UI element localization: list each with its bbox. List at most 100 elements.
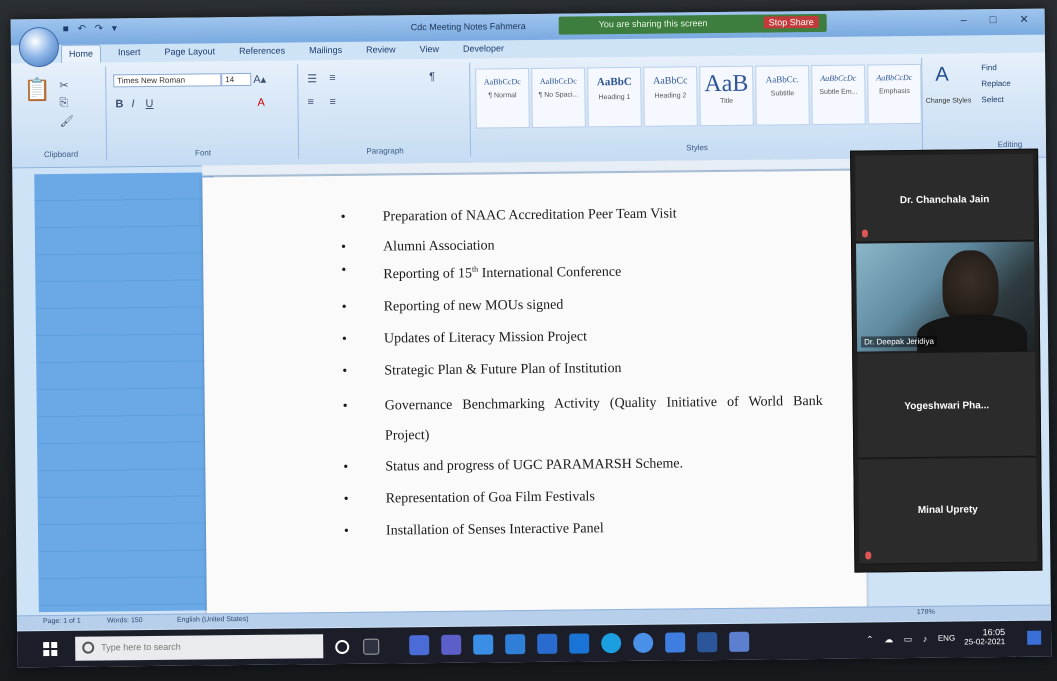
tab-home[interactable]: Home (60, 44, 102, 63)
list-item: • Updates of Literacy Mission Project (342, 323, 822, 351)
input-language[interactable]: ENG (938, 634, 955, 643)
notes-icon[interactable] (729, 631, 750, 652)
bullets-icon[interactable]: ☰ (307, 72, 317, 85)
tab-insert[interactable]: Insert (111, 44, 148, 62)
quick-access-toolbar[interactable]: ■ ↶ ↷ ▾ (63, 23, 120, 35)
tab-page-layout[interactable]: Page Layout (157, 43, 222, 62)
grow-font-icon[interactable]: A▴ (253, 73, 266, 86)
file-explorer-icon[interactable] (473, 634, 494, 655)
tab-mailings[interactable]: Mailings (302, 42, 349, 60)
style-no-spacing[interactable]: AaBbCcDc ¶ No Spaci... (531, 67, 586, 128)
numbering-icon[interactable]: ≡ (329, 72, 336, 84)
window-title: Cdc Meeting Notes Fahmera (410, 21, 526, 33)
format-painter-icon[interactable]: 🖌 (60, 115, 74, 128)
mail-icon[interactable] (537, 633, 558, 654)
participant-video-tile[interactable]: Dr. Deepak Jeridiya (856, 241, 1036, 355)
bullet-icon: • (340, 209, 346, 225)
font-size-field[interactable]: 14 (221, 72, 252, 87)
style-subtle-emphasis[interactable]: AaBbCcDc Subtle Em... (811, 64, 866, 126)
teams-icon[interactable] (409, 635, 430, 656)
teams-share-bar: You are sharing this screen Stop Share (558, 13, 827, 35)
change-styles-label: Change Styles (925, 97, 972, 105)
list-item: • Strategic Plan & Future Plan of Institu… (342, 355, 822, 383)
list-item: • Preparation of NAAC Accreditation Peer … (341, 201, 821, 229)
font-group: Times New Roman 14 A▴ B I U A Font (107, 64, 300, 161)
office-button[interactable] (18, 26, 60, 68)
document-page[interactable]: • Preparation of NAAC Accreditation Peer … (202, 170, 867, 618)
bullet-icon: • (343, 523, 349, 539)
agenda-list: • Preparation of NAAC Accreditation Peer … (341, 201, 824, 543)
participant-tile[interactable]: Yogeshwari Pha... (857, 351, 1037, 459)
bullet-icon: • (341, 262, 347, 278)
task-view-icon[interactable] (363, 638, 380, 655)
tab-review[interactable]: Review (359, 41, 403, 59)
replace-button[interactable]: Replace (981, 79, 1010, 88)
photos-icon[interactable] (665, 632, 686, 653)
bullet-icon: • (343, 459, 349, 475)
change-styles-icon[interactable]: A (935, 64, 949, 87)
tab-developer[interactable]: Developer (456, 40, 511, 59)
participant-name: Dr. Chanchala Jain (899, 194, 990, 207)
edge-icon[interactable] (601, 633, 622, 654)
group-label-font: Font (194, 148, 212, 158)
font-color-icon[interactable]: A (257, 97, 264, 109)
paragraph-group: ☰ ≡ ¶ ≡ ≡ Paragraph (299, 62, 472, 159)
taskbar-search-input[interactable]: Type here to search (75, 634, 324, 661)
word-icon[interactable] (697, 632, 718, 653)
style-title[interactable]: AaB Title (699, 65, 754, 127)
system-tray-icons[interactable]: ⌃ ☁ ▭ ♪ (866, 634, 931, 646)
chrome-icon[interactable] (633, 632, 654, 653)
participant-tile[interactable]: Dr. Chanchala Jain (855, 153, 1035, 243)
cut-icon[interactable]: ✂ (59, 79, 68, 92)
copy-icon[interactable]: ⎘ (59, 97, 68, 110)
style-subtitle[interactable]: AaBbCc. Subtitle (755, 65, 810, 126)
bold-icon[interactable]: B (115, 98, 123, 110)
word-count[interactable]: Words: 150 (107, 617, 143, 624)
group-label-clipboard: Clipboard (43, 149, 79, 160)
group-label-paragraph: Paragraph (366, 146, 404, 156)
clock-date: 25-02-2021 (964, 637, 1006, 647)
pilcrow-icon[interactable]: ¶ (429, 71, 435, 83)
page-count[interactable]: Page: 1 of 1 (43, 618, 81, 625)
list-item: • Governance Benchmarking Activity (Quali… (343, 387, 824, 452)
paste-icon[interactable]: 📋 (23, 77, 51, 103)
window-controls[interactable]: – □ ✕ (961, 13, 1039, 27)
clock-time: 16:05 (982, 627, 1006, 638)
bullet-icon: • (341, 299, 347, 315)
bullet-icon: • (343, 491, 349, 507)
bullet-icon: • (342, 398, 348, 414)
navigation-pane[interactable] (34, 172, 218, 613)
clock[interactable]: 16:05 25-02-2021 (964, 627, 1005, 646)
zoom-level[interactable]: 178% (917, 609, 935, 616)
style-heading-1[interactable]: AaBbC Heading 1 (587, 66, 642, 128)
tab-view[interactable]: View (413, 41, 447, 59)
participant-body (916, 313, 1028, 355)
align-center-icon[interactable]: ≡ (329, 96, 336, 108)
tab-references[interactable]: References (232, 42, 292, 61)
change-styles[interactable]: A Change Styles (923, 57, 974, 152)
windows-start-icon[interactable] (43, 641, 58, 657)
find-button[interactable]: Find (981, 63, 997, 72)
screen: ■ ↶ ↷ ▾ Cdc Meeting Notes Fahmera You ar… (10, 8, 1052, 668)
cortana-icon[interactable] (335, 639, 350, 655)
font-name-field[interactable]: Times New Roman (113, 73, 222, 88)
teams-participants-panel: Dr. Chanchala Jain Dr. Deepak Jeridiya Y… (850, 148, 1043, 573)
store-icon[interactable] (505, 634, 526, 655)
style-normal[interactable]: AaBbCcDc ¶ Normal (475, 68, 530, 129)
bullet-icon: • (340, 239, 347, 255)
media-icon[interactable] (569, 633, 590, 654)
meet-icon[interactable] (441, 634, 462, 655)
editing-group: Find Replace Select Editing (977, 57, 1042, 152)
select-button[interactable]: Select (981, 95, 1003, 104)
participant-tile[interactable]: Minal Uprety (858, 457, 1038, 565)
style-emphasis[interactable]: AaBbCcDc Emphasis (867, 63, 922, 125)
notification-icon[interactable] (1027, 630, 1042, 645)
stop-share-button[interactable]: Stop Share (763, 15, 819, 29)
italic-icon[interactable]: I (131, 98, 134, 110)
mic-muted-icon (865, 551, 872, 560)
styles-group: AaBbCcDc ¶ Normal AaBbCcDc ¶ No Spaci... A… (471, 57, 924, 157)
language-status[interactable]: English (United States) (177, 616, 249, 624)
align-left-icon[interactable]: ≡ (307, 96, 314, 108)
underline-icon[interactable]: U (145, 98, 153, 110)
style-heading-2[interactable]: AaBbCc Heading 2 (643, 66, 698, 127)
